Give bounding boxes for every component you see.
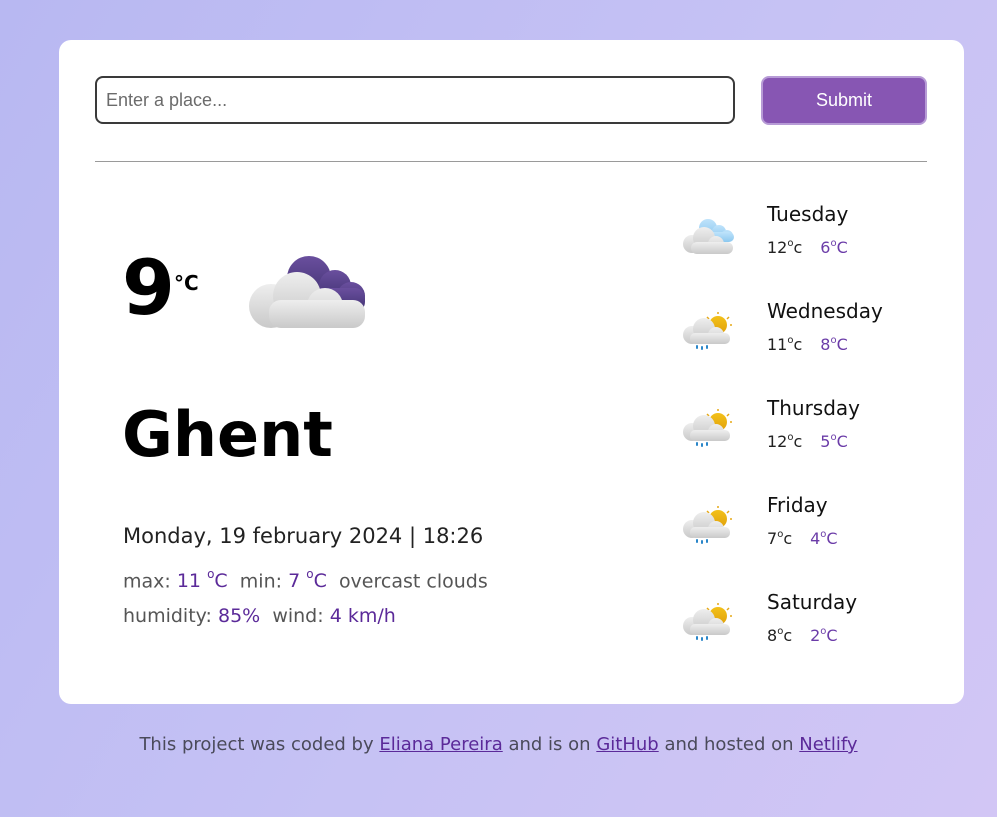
city-name: Ghent <box>122 398 333 471</box>
forecast-item: Thursday 12oc 5oC <box>682 396 942 476</box>
forecast-temps: 11oc 8oC <box>767 335 848 354</box>
forecast-temps: 12oc 5oC <box>767 432 848 451</box>
forecast-min: 2oC <box>810 625 838 645</box>
temperature-range: max: 11 oC min: 7 oC overcast clouds <box>123 567 488 593</box>
weather-card: Submit 9 °C Ghent Monday, 19 february 20… <box>59 40 964 704</box>
search-input[interactable] <box>95 76 735 124</box>
humidity-value: 85% <box>217 605 261 627</box>
forecast-day: Wednesday <box>767 299 883 323</box>
sun-rain-icon <box>683 603 732 641</box>
max-label: max: <box>123 570 171 593</box>
weather-description: overcast clouds <box>338 570 488 593</box>
forecast-day: Friday <box>767 493 828 517</box>
forecast-temps: 8oc 2oC <box>767 626 838 645</box>
sun-rain-icon <box>683 409 732 447</box>
netlify-link[interactable]: Netlify <box>799 734 857 755</box>
cloud-icon <box>249 256 365 328</box>
forecast-max: 11oc <box>767 334 803 354</box>
forecast-max: 7oc <box>767 528 793 548</box>
date-time: Monday, 19 february 2024 | 18:26 <box>123 524 484 548</box>
forecast-max: 12oc <box>767 431 803 451</box>
forecast-temps: 12oc 6oC <box>767 238 848 257</box>
forecast-max: 12oc <box>767 237 803 257</box>
footer: This project was coded by Eliana Pereira… <box>0 734 997 755</box>
submit-button[interactable]: Submit <box>761 76 927 125</box>
forecast-item: Friday 7oc 4oC <box>682 493 942 573</box>
author-link[interactable]: Eliana Pereira <box>379 734 502 755</box>
footer-text: This project was coded by <box>139 734 374 755</box>
current-temperature: 9 <box>122 243 175 332</box>
footer-text: and is on <box>508 734 591 755</box>
temperature-unit: °C <box>174 271 199 295</box>
forecast-day: Saturday <box>767 590 858 614</box>
forecast-max: 8oc <box>767 625 793 645</box>
forecast-min: 5oC <box>820 431 848 451</box>
github-link[interactable]: GitHub <box>596 734 658 755</box>
forecast-day: Thursday <box>767 396 860 420</box>
min-value: 7 oC <box>288 567 327 593</box>
wind-value: 4 km/h <box>329 605 396 627</box>
forecast-min: 4oC <box>810 528 838 548</box>
forecast-item: Saturday 8oc 2oC <box>682 590 942 670</box>
divider <box>95 161 927 162</box>
max-value: 11 oC <box>176 567 228 593</box>
forecast-item: Wednesday 11oc 8oC <box>682 299 942 379</box>
forecast-day: Tuesday <box>767 202 849 226</box>
forecast-item: Tuesday 12oc 6oC <box>682 202 942 282</box>
cloudy-icon <box>683 219 734 254</box>
footer-text: and hosted on <box>664 734 794 755</box>
forecast-temps: 7oc 4oC <box>767 529 838 548</box>
sun-rain-icon <box>683 506 732 544</box>
humidity-wind: humidity: 85% wind: 4 km/h <box>123 605 396 627</box>
forecast-min: 8oC <box>820 334 848 354</box>
forecast-min: 6oC <box>820 237 848 257</box>
min-label: min: <box>239 570 283 593</box>
humidity-label: humidity: <box>123 605 212 627</box>
wind-label: wind: <box>272 605 324 627</box>
sun-rain-icon <box>683 312 732 350</box>
